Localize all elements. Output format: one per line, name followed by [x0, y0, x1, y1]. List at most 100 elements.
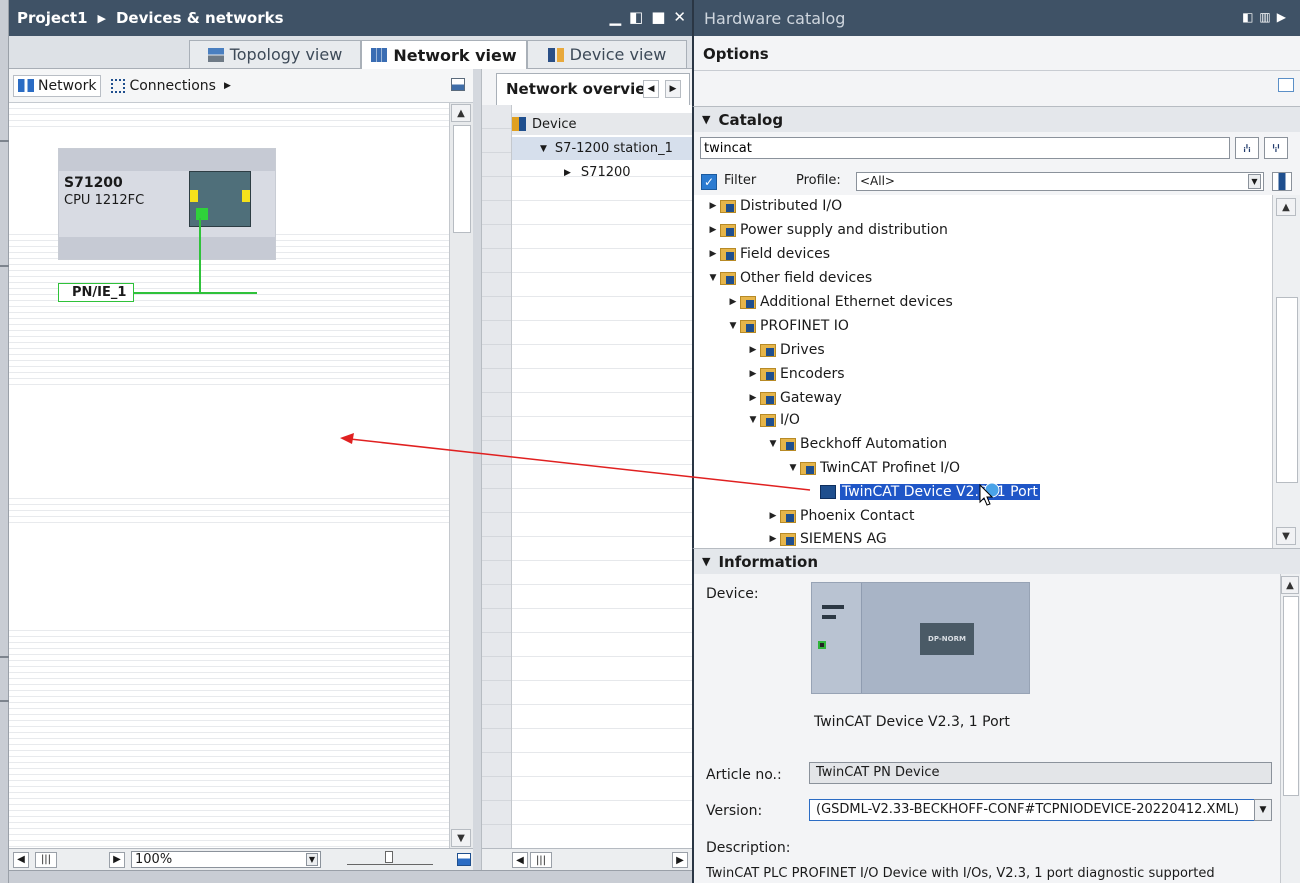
minimize-icon[interactable]: ▁	[610, 8, 622, 26]
tree-item-siemens[interactable]: ▶ SIEMENS AG	[766, 528, 887, 548]
version-value: (GSDML-V2.33-BECKHOFF-CONF#TCPNIODEVICE-…	[816, 802, 1239, 817]
chevron-down-icon[interactable]: ▼	[306, 853, 318, 866]
network-mode-icon	[18, 79, 34, 92]
expand-icon[interactable]: ▶	[706, 225, 720, 235]
breadcrumb-devices-networks[interactable]: Devices & networks	[116, 9, 284, 27]
network-icon	[371, 48, 388, 62]
expand-icon[interactable]: ▶	[706, 201, 720, 211]
tree-item-gateway[interactable]: ▶ Gateway	[746, 387, 842, 409]
tree-item-field-devices[interactable]: ▶ Field devices	[706, 243, 831, 265]
overview-scroll-right-icon[interactable]: ▶	[672, 852, 688, 868]
tree-item-power-supply[interactable]: ▶ Power supply and distribution	[706, 219, 948, 241]
tree-item-beckhoff[interactable]: ▼ Beckhoff Automation	[766, 433, 948, 455]
information-section-header[interactable]: ▼ Information	[692, 548, 1300, 574]
tree-item-encoders[interactable]: ▶ Encoders	[746, 363, 845, 385]
network-mode-button[interactable]: Network	[13, 74, 102, 97]
collapse-icon[interactable]: ▼	[766, 439, 780, 449]
catalog-search-input[interactable]	[700, 137, 1230, 159]
scroll-thumb[interactable]	[453, 125, 471, 233]
collapse-icon[interactable]: ▶	[564, 168, 571, 178]
tab-topology-view[interactable]: Topology view	[189, 40, 361, 68]
close-icon[interactable]: ✕	[673, 8, 686, 26]
profile-select[interactable]: <All> ▼	[856, 172, 1264, 191]
filter-label: Filter	[724, 173, 757, 188]
tree-item-drives[interactable]: ▶ Drives	[746, 339, 825, 361]
tree-item-other-field-devices[interactable]: ▼ Other field devices	[706, 267, 873, 289]
toggle-overview-icon[interactable]	[451, 78, 465, 91]
zoom-select[interactable]: 100% ▼	[131, 851, 321, 868]
expand-icon[interactable]: ▼	[540, 144, 547, 154]
collapse-icon[interactable]: ▼	[786, 463, 800, 473]
scroll-down-icon[interactable]: ▼	[1276, 527, 1296, 545]
expand-icon[interactable]: ▶	[766, 534, 780, 544]
profile-settings-icon[interactable]	[1272, 172, 1292, 191]
tab-topology-label: Topology view	[229, 45, 343, 64]
overview-scroll-left-icon[interactable]: ◀	[512, 852, 528, 868]
tree-item-phoenix[interactable]: ▶ Phoenix Contact	[766, 505, 915, 527]
tree-item-twincat-device[interactable]: TwinCAT Device V2.3, 1 Port	[806, 481, 1040, 503]
collapse-icon[interactable]: ▼	[706, 273, 720, 283]
tab-nav-left-icon[interactable]: ◀	[643, 80, 659, 98]
search-up-icon[interactable]: ⁱᵢⁱ	[1264, 137, 1288, 159]
connections-label: Connections	[129, 77, 216, 94]
breadcrumb-project[interactable]: Project1	[17, 9, 88, 27]
scroll-down-icon[interactable]: ▼	[451, 829, 471, 847]
pane-toggle-icon[interactable]	[1278, 78, 1294, 92]
folder-icon	[720, 271, 736, 285]
catalog-window-controls-icon[interactable]: ◧▥▶	[1242, 10, 1292, 24]
fit-view-icon[interactable]	[457, 853, 471, 866]
scroll-up-icon[interactable]: ▲	[451, 104, 471, 122]
version-select[interactable]: (GSDML-V2.33-BECKHOFF-CONF#TCPNIODEVICE-…	[809, 799, 1256, 821]
collapse-icon[interactable]: ▼	[726, 321, 740, 331]
tree-item-io[interactable]: ▼ I/O	[746, 409, 800, 431]
scroll-left-icon[interactable]: ◀	[13, 851, 29, 868]
tree-item-label: Phoenix Contact	[800, 508, 915, 524]
horizontal-scroll-thumb[interactable]: |||	[35, 851, 57, 868]
expand-icon[interactable]: ▶	[746, 369, 760, 379]
tree-item-additional-ethernet[interactable]: ▶ Additional Ethernet devices	[726, 291, 953, 313]
expand-icon[interactable]: ▶	[726, 297, 740, 307]
expand-icon[interactable]: ▶	[766, 511, 780, 521]
tree-scroll-thumb[interactable]	[1276, 297, 1298, 483]
article-field[interactable]: TwinCAT PN Device	[809, 762, 1272, 784]
scroll-up-icon[interactable]: ▲	[1281, 576, 1299, 594]
expand-icon[interactable]: ▶	[706, 249, 720, 259]
table-row[interactable]: ▼ S7-1200 station_1	[512, 137, 693, 160]
chevron-down-icon[interactable]: ▼	[1248, 174, 1261, 189]
info-scrollbar[interactable]: ▲	[1280, 574, 1300, 883]
info-scroll-thumb[interactable]	[1283, 596, 1299, 796]
column-header-device[interactable]: Device	[512, 113, 693, 135]
connections-dropdown-icon[interactable]: ▶	[224, 81, 231, 91]
search-down-icon[interactable]: ᵢⁱᵢ	[1235, 137, 1259, 159]
scroll-up-icon[interactable]: ▲	[1276, 198, 1296, 216]
connections-button[interactable]: Connections ▶	[107, 76, 234, 96]
tree-item-label: Encoders	[780, 366, 845, 382]
canvas-vertical-scrollbar[interactable]: ▲ ▼	[449, 103, 473, 848]
tab-network-view[interactable]: Network view	[361, 40, 527, 69]
tree-scrollbar[interactable]: ▲ ▼	[1272, 195, 1300, 548]
tab-device-view[interactable]: Device view	[527, 40, 687, 68]
tab-nav-right-icon[interactable]: ▶	[665, 80, 681, 98]
tree-item-twincat-profinet[interactable]: ▼ TwinCAT Profinet I/O	[786, 457, 961, 479]
scroll-right-icon[interactable]: ▶	[109, 851, 125, 868]
overview-horizontal-thumb[interactable]: |||	[530, 852, 552, 868]
tree-item-distributed-io[interactable]: ▶ Distributed I/O	[706, 195, 843, 217]
plc-device-block[interactable]: S71200 CPU 1212FC	[58, 148, 276, 260]
float-icon[interactable]: ◧	[629, 8, 643, 26]
catalog-section-header[interactable]: ▼ Catalog	[692, 106, 1300, 132]
table-row[interactable]: ▶ S71200	[512, 161, 631, 184]
expand-icon[interactable]: ▶	[746, 345, 760, 355]
network-overview-tab[interactable]: Network overview ◀ ▶	[496, 73, 690, 105]
tab-network-label: Network view	[393, 45, 517, 65]
zoom-slider[interactable]	[347, 850, 433, 865]
tree-item-profinet-io[interactable]: ▼ PROFINET IO	[726, 315, 849, 337]
collapse-icon[interactable]: ▼	[746, 415, 760, 425]
filter-checkbox[interactable]: ✓	[701, 174, 717, 190]
chevron-down-icon[interactable]: ▼	[1254, 799, 1272, 821]
tree-item-label: Power supply and distribution	[740, 222, 948, 238]
subnet-line[interactable]	[134, 292, 257, 294]
maximize-icon[interactable]: ■	[651, 8, 665, 26]
subnet-label[interactable]: PN/IE_1	[58, 283, 134, 302]
options-label[interactable]: Options	[703, 45, 769, 63]
expand-icon[interactable]: ▶	[746, 393, 760, 403]
